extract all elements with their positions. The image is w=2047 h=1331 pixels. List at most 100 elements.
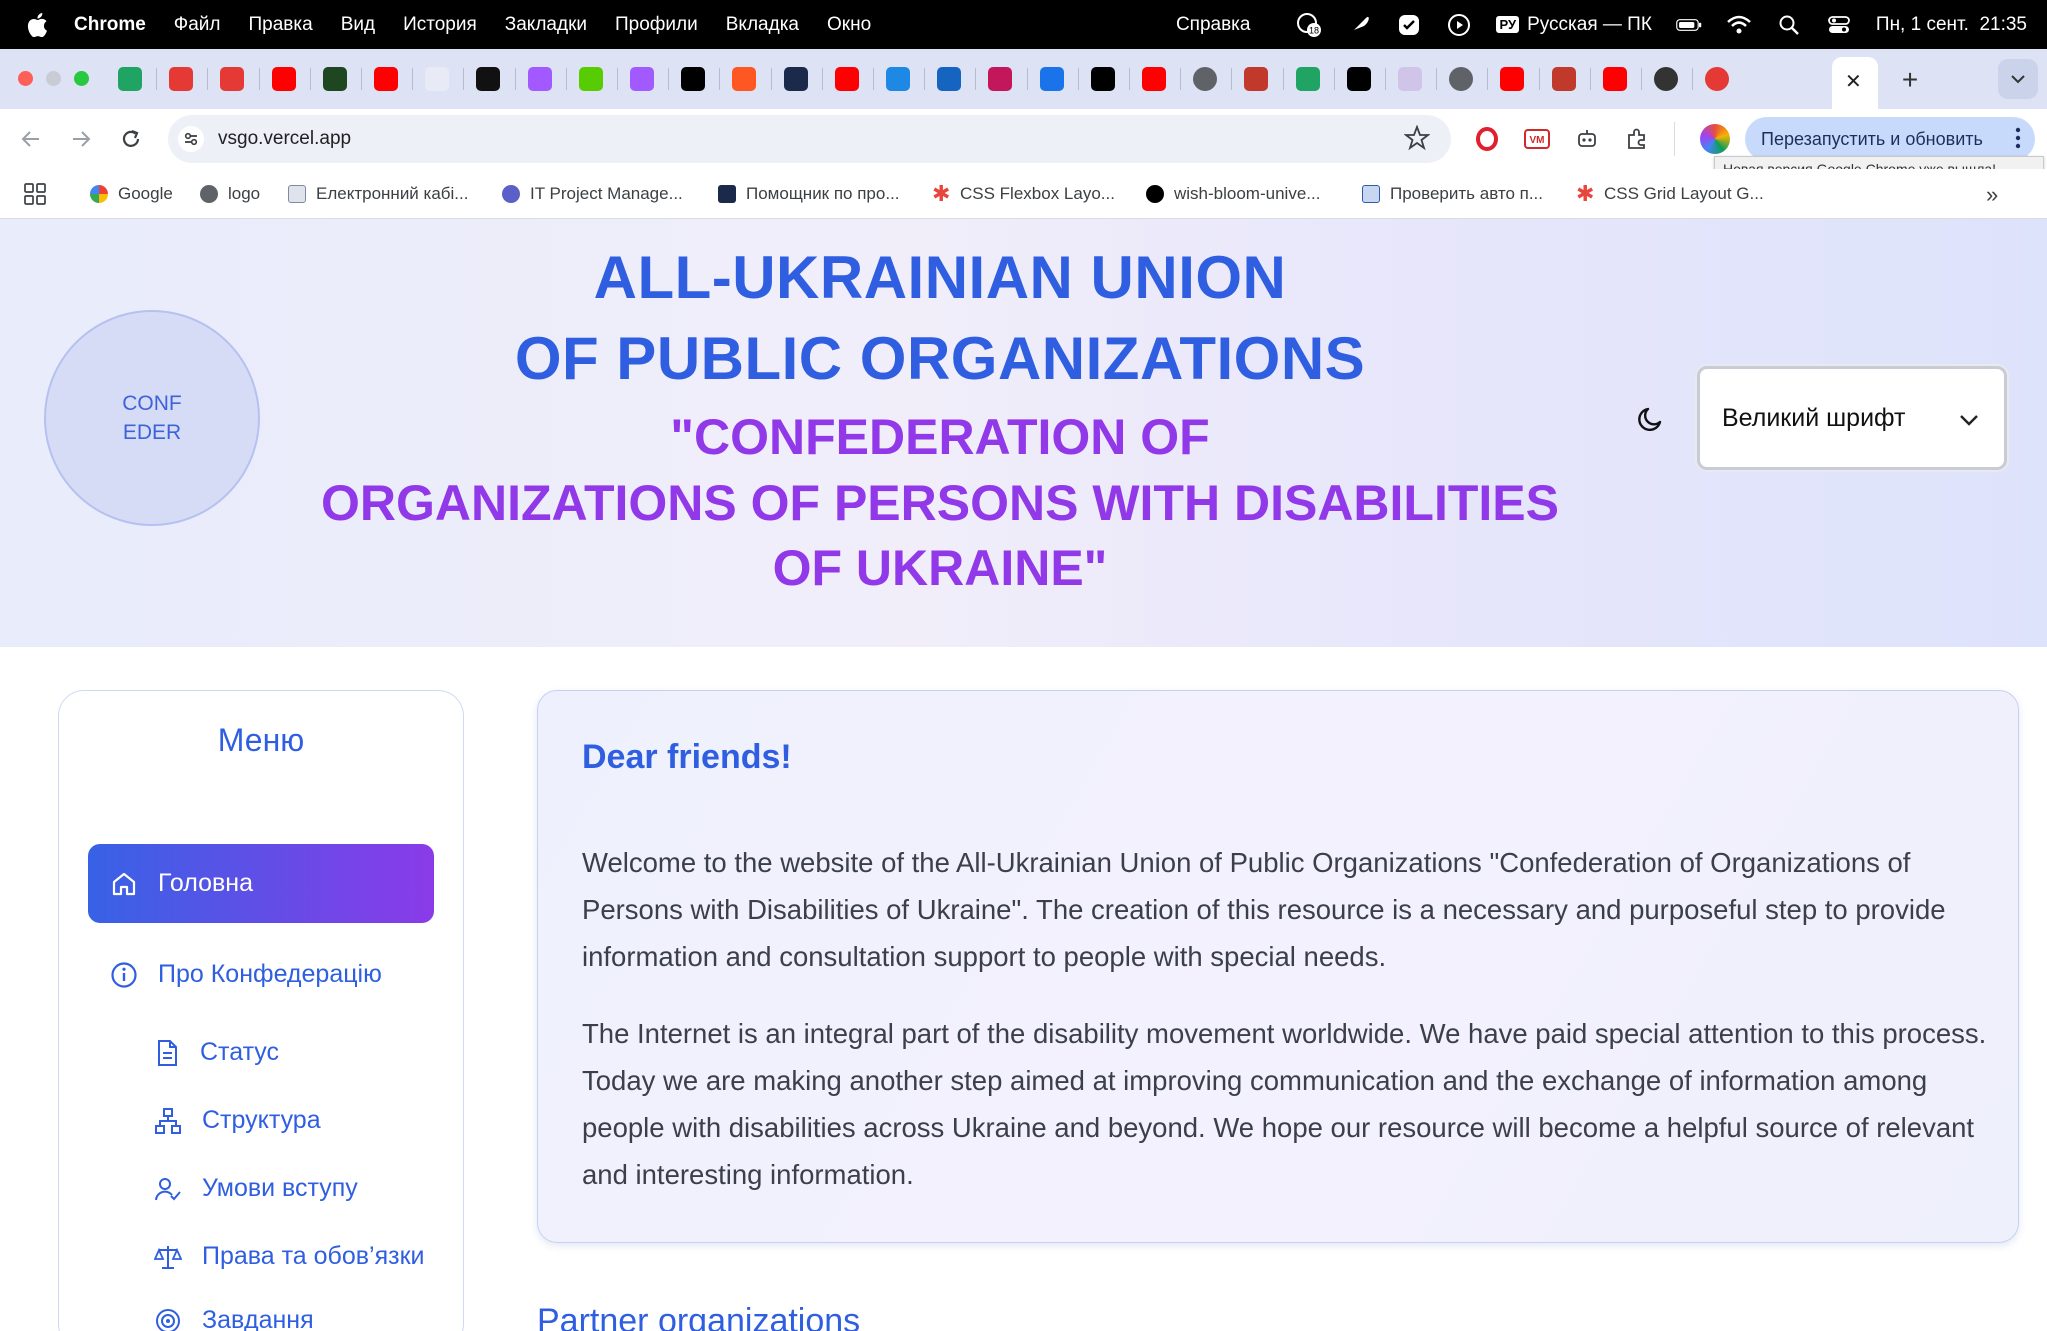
sidebar-item-about[interactable]: Про Конфедерацію <box>110 960 382 989</box>
window-zoom-button[interactable] <box>74 71 89 86</box>
site-subtitle-line1: "CONFEDERATION OF <box>670 409 1210 465</box>
wifi-icon[interactable] <box>1726 12 1752 38</box>
youtube-icon[interactable] <box>374 67 398 91</box>
figma-icon[interactable] <box>630 67 654 91</box>
checkmark-badge-icon[interactable] <box>1396 12 1422 38</box>
globe-icon <box>200 185 218 203</box>
input-source-label: Русская — ПК <box>1527 13 1652 35</box>
reload-button[interactable] <box>116 124 146 154</box>
more-vertical-icon[interactable] <box>2015 127 2021 154</box>
tab-separator <box>719 68 720 90</box>
sheets-icon[interactable] <box>1296 67 1320 91</box>
r-circle-icon[interactable] <box>1705 67 1729 91</box>
notification-badge-icon[interactable]: 18 <box>1296 12 1322 38</box>
window-minimize-button[interactable] <box>46 71 61 86</box>
sidebar-item-tasks[interactable]: Завдання <box>154 1306 314 1331</box>
menubar-app-name[interactable]: Chrome <box>74 14 146 36</box>
menubar-clock[interactable]: Пн, 1 сент. 21:35 <box>1876 14 2027 36</box>
bookmark-electronic-cabinet[interactable]: Електронний кабі... <box>288 182 468 206</box>
phpstorm-icon[interactable] <box>988 67 1012 91</box>
dou-icon[interactable] <box>1091 67 1115 91</box>
avatar-icon[interactable] <box>1552 67 1576 91</box>
menubar-item-history[interactable]: История <box>403 14 477 36</box>
bookmark-star-icon[interactable] <box>1403 124 1431 156</box>
document-icon[interactable] <box>1398 67 1422 91</box>
tab-search-button[interactable] <box>1998 59 2038 99</box>
site-logo[interactable]: CONF EDER <box>44 310 260 526</box>
slack-icon[interactable] <box>528 67 552 91</box>
address-bar[interactable] <box>168 115 1451 163</box>
menubar-item-window[interactable]: Окно <box>827 14 871 36</box>
menubar-item-view[interactable]: Вид <box>341 14 375 36</box>
vm-extension-icon[interactable]: VM <box>1524 126 1550 152</box>
youtube-icon[interactable] <box>1142 67 1166 91</box>
info-icon <box>110 961 138 989</box>
profile-avatar[interactable] <box>1700 124 1730 154</box>
sidebar-item-status[interactable]: Статус <box>154 1038 279 1067</box>
hd-video-icon[interactable] <box>169 67 193 91</box>
checkmark-v-icon[interactable] <box>784 67 808 91</box>
play-circle-icon[interactable] <box>1446 12 1472 38</box>
bookmark-label: Помощник по про... <box>746 184 900 203</box>
battery-icon[interactable] <box>1676 12 1702 38</box>
youtube-icon[interactable] <box>272 67 296 91</box>
youtube-icon[interactable] <box>835 67 859 91</box>
apps-grid-icon[interactable] <box>24 183 46 210</box>
info-icon[interactable] <box>1040 67 1064 91</box>
link-icon[interactable] <box>886 67 910 91</box>
menubar-item-profiles[interactable]: Профили <box>615 14 698 36</box>
youtube-icon[interactable] <box>1603 67 1627 91</box>
relaunch-update-button[interactable]: Перезапустить и обновить <box>1745 117 2035 161</box>
youtube-icon[interactable] <box>1500 67 1524 91</box>
bookmark-css-flexbox[interactable]: ✱ CSS Flexbox Layo... <box>932 182 1115 206</box>
clickup-icon[interactable] <box>425 67 449 91</box>
tab-close-icon[interactable]: ✕ <box>1845 69 1862 94</box>
activity-icon[interactable] <box>323 67 347 91</box>
control-center-icon[interactable] <box>1826 12 1852 38</box>
new-tab-button[interactable]: + <box>1892 62 1928 98</box>
bookmarks-overflow-icon[interactable]: » <box>1986 182 1998 208</box>
jira-icon[interactable] <box>937 67 961 91</box>
feather-icon[interactable] <box>1346 12 1372 38</box>
menubar-item-tab[interactable]: Вкладка <box>726 14 799 36</box>
bookmark-it-project-manager[interactable]: IT Project Manage... <box>502 182 683 206</box>
hd-video-icon[interactable] <box>220 67 244 91</box>
sidebar-item-membership-terms[interactable]: Умови вступу <box>154 1174 358 1203</box>
theme-toggle-button[interactable] <box>1636 404 1666 434</box>
sidebar-item-rights[interactable]: Права та обов’язки <box>154 1242 425 1271</box>
bookmark-wish-bloom[interactable]: wish-bloom-unive... <box>1146 182 1320 206</box>
bookmark-check-car[interactable]: Проверить авто п... <box>1362 182 1543 206</box>
apple-logo-icon[interactable] <box>26 12 48 37</box>
extensions-puzzle-icon[interactable] <box>1624 126 1650 152</box>
opera-extension-icon[interactable] <box>1474 126 1500 152</box>
menubar-item-bookmarks[interactable]: Закладки <box>505 14 587 36</box>
bookmark-assistant[interactable]: Помощник по про... <box>718 182 900 206</box>
spotlight-search-icon[interactable] <box>1776 12 1802 38</box>
active-tab[interactable]: ✕ <box>1832 57 1878 109</box>
globe-icon[interactable] <box>1193 67 1217 91</box>
menubar-item-help[interactable]: Справка <box>1176 14 1251 36</box>
globe-icon[interactable] <box>1449 67 1473 91</box>
menubar-item-edit[interactable]: Правка <box>249 14 313 36</box>
app-icon[interactable] <box>732 67 756 91</box>
site-settings-icon[interactable] <box>178 126 204 152</box>
sheets-icon[interactable] <box>118 67 142 91</box>
robot-extension-icon[interactable] <box>1574 126 1600 152</box>
font-size-select[interactable]: Великий шрифт <box>1697 366 2007 470</box>
github-icon[interactable] <box>476 67 500 91</box>
bookmark-google[interactable]: Google <box>90 182 173 206</box>
menubar-item-file[interactable]: Файл <box>174 14 221 36</box>
sidebar-item-structure[interactable]: Структура <box>154 1106 321 1135</box>
back-button[interactable] <box>16 124 46 154</box>
forward-button[interactable] <box>66 124 96 154</box>
openai-icon[interactable] <box>1654 67 1678 91</box>
window-close-button[interactable] <box>18 71 33 86</box>
sidebar-item-home[interactable]: Головна <box>88 844 434 923</box>
duolingo-icon[interactable] <box>579 67 603 91</box>
bookmark-logo[interactable]: logo <box>200 182 260 206</box>
dou-icon[interactable] <box>1347 67 1371 91</box>
input-source-menu[interactable]: РУ Русская — ПК <box>1496 13 1652 36</box>
vercel-icon[interactable] <box>681 67 705 91</box>
bookmark-css-grid[interactable]: ✱ CSS Grid Layout G... <box>1576 182 1764 206</box>
avatar-icon[interactable] <box>1244 67 1268 91</box>
